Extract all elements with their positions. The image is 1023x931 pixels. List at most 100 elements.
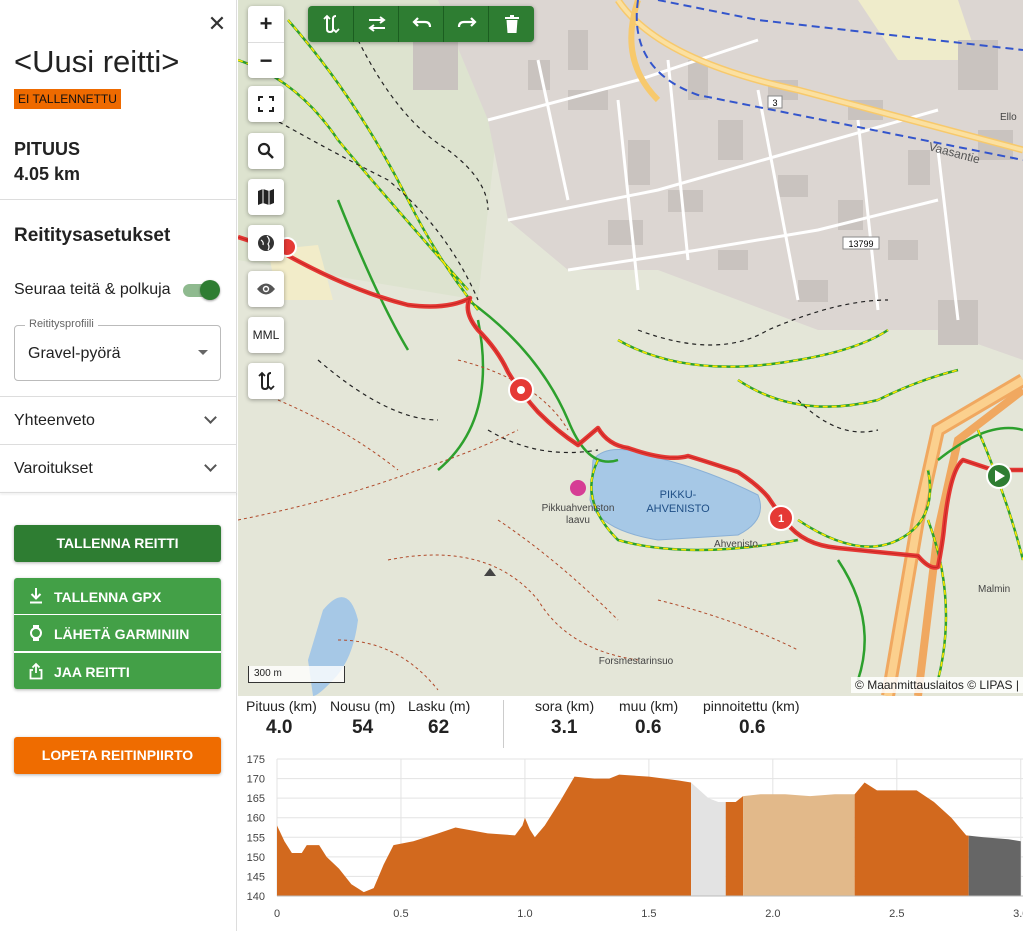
route-icon	[322, 14, 340, 34]
x-tick-label: 3.0	[1013, 908, 1023, 920]
elevation-area-other[interactable]	[691, 782, 726, 896]
follow-paths-label: Seuraa teitä & polkuja	[14, 281, 171, 298]
caret-down-icon	[198, 350, 208, 355]
road-13799-label: 13799	[848, 239, 873, 249]
elevation-area-paved[interactable]	[968, 835, 1021, 896]
y-tick-label: 165	[247, 793, 265, 805]
search-icon	[257, 142, 274, 159]
accordion-warnings[interactable]: Varoitukset	[0, 445, 237, 492]
chevron-down-icon	[204, 411, 217, 424]
shelter-icon[interactable]	[570, 480, 586, 496]
divider	[0, 199, 237, 200]
route-editor-sidebar: ✕ <Uusi reitti> EI TALLENNETTU PITUUS 4.…	[0, 0, 237, 931]
route-title[interactable]: <Uusi reitti>	[14, 44, 179, 80]
accordion-summary[interactable]: Yhteenveto	[0, 397, 237, 444]
stat-length-value: 4.0	[266, 717, 293, 738]
save-route-button[interactable]: TALLENNA REITTI	[14, 525, 221, 562]
zoom-control: + −	[248, 6, 284, 78]
share-route-label: JAA REITTI	[54, 664, 130, 680]
stats-divider	[503, 700, 504, 748]
globe-icon	[258, 235, 274, 251]
map-layers-button[interactable]	[248, 179, 284, 215]
map-canvas: 3 13799 Vaasantie PIKKU- AHVENISTO Pikku…	[238, 0, 1023, 696]
x-tick-label: 0.5	[393, 908, 408, 920]
area-label-ahvenisto: Ahvenisto	[714, 539, 758, 550]
stat-gravel-value: 3.1	[551, 717, 578, 738]
y-tick-label: 140	[247, 891, 265, 903]
lake-label-line2: AHVENISTO	[646, 503, 710, 515]
status-badge: EI TALLENNETTU	[14, 89, 121, 109]
mml-layer-button[interactable]: MML	[248, 317, 284, 353]
map-view[interactable]: 3 13799 Vaasantie PIKKU- AHVENISTO Pikku…	[238, 0, 1023, 696]
y-tick-label: 170	[247, 774, 265, 786]
undo-icon	[411, 17, 431, 28]
stat-descent-label: Lasku (m)	[408, 698, 471, 714]
send-garmin-button[interactable]: LÄHETÄ GARMINIIN	[14, 615, 221, 651]
x-tick-label: 1.5	[641, 908, 656, 920]
share-route-button[interactable]: JAA REITTI	[14, 653, 221, 689]
route-edit-toolbar	[308, 6, 534, 42]
stat-gravel-label: sora (km)	[535, 698, 595, 714]
divider	[0, 492, 237, 493]
zoom-in-button[interactable]: +	[248, 6, 284, 42]
x-tick-label: 1.0	[517, 908, 532, 920]
x-tick-label: 0	[274, 908, 280, 920]
road-3-label: 3	[772, 98, 777, 108]
route-mode-button[interactable]	[308, 6, 353, 42]
route-marker-dot	[517, 386, 525, 394]
elevation-chart[interactable]: 140 145 150 155 160 165 170 175 0 0.5 1.0 1.5 2.0 2.5…	[238, 754, 1023, 929]
stop-drawing-button[interactable]: LOPETA REITINPIIRTO	[14, 737, 221, 774]
y-tick-label: 145	[247, 871, 265, 883]
y-tick-label: 150	[247, 852, 265, 864]
watch-icon	[30, 625, 42, 641]
y-tick-label: 155	[247, 832, 265, 844]
save-gpx-button[interactable]: TALLENNA GPX	[14, 578, 221, 614]
length-value: 4.05 km	[14, 164, 81, 184]
eye-icon	[257, 283, 275, 295]
redo-button[interactable]	[443, 6, 489, 42]
stat-length-label: Pituus (km)	[246, 698, 317, 714]
accordion-summary-label: Yhteenveto	[14, 412, 95, 429]
y-tick-label: 175	[247, 754, 265, 766]
routing-profile-value: Gravel-pyörä	[28, 345, 121, 362]
routing-profile-legend: Reititysprofiili	[25, 318, 98, 330]
stat-paved-value: 0.6	[739, 717, 766, 738]
stat-other-label: muu (km)	[619, 698, 679, 714]
undo-button[interactable]	[398, 6, 444, 42]
x-tick-label: 2.5	[889, 908, 904, 920]
shelter-label-line2: laavu	[566, 515, 590, 526]
fullscreen-button[interactable]	[248, 86, 284, 122]
stat-descent-value: 62	[428, 717, 450, 738]
search-button[interactable]	[248, 133, 284, 169]
fullscreen-icon	[258, 96, 274, 112]
close-icon[interactable]: ✕	[205, 12, 229, 36]
stat-paved-label: pinnoitettu (km)	[703, 698, 800, 714]
stat-ascent-value: 54	[352, 717, 374, 738]
delete-route-button[interactable]	[488, 6, 534, 42]
elevation-area-gravel[interactable]	[725, 796, 744, 896]
follow-paths-toggle[interactable]	[183, 280, 220, 300]
save-gpx-label: TALLENNA GPX	[54, 589, 162, 605]
visibility-button[interactable]	[248, 271, 284, 307]
elevation-area-gravel[interactable]	[277, 774, 692, 896]
routing-profile-select[interactable]: Reititysprofiili Gravel-pyörä	[14, 318, 221, 381]
map-attribution[interactable]: © Maanmittauslaitos © LIPAS |	[851, 677, 1023, 693]
elevation-profile-panel: Pituus (km) 4.0 Nousu (m) 54 Lasku (m) 6…	[238, 696, 1023, 931]
y-tick-label: 160	[247, 813, 265, 825]
globe-button[interactable]	[248, 225, 284, 261]
trash-icon	[504, 15, 519, 33]
send-garmin-label: LÄHETÄ GARMINIIN	[54, 626, 190, 642]
elevation-area-unknown[interactable]	[743, 794, 855, 896]
swap-icon	[367, 16, 386, 32]
download-icon	[30, 588, 42, 604]
routing-button[interactable]	[248, 363, 284, 399]
map-icon	[258, 189, 274, 205]
elevation-area-gravel[interactable]	[854, 782, 969, 896]
stat-other-value: 0.6	[635, 717, 662, 738]
routing-settings-title: Reititysasetukset	[14, 225, 171, 246]
zoom-out-button[interactable]: −	[248, 42, 284, 79]
reverse-route-button[interactable]	[353, 6, 399, 42]
accordion-warnings-label: Varoitukset	[14, 460, 93, 477]
x-tick-label: 2.0	[765, 908, 780, 920]
waypoint-number: 1	[778, 513, 784, 525]
